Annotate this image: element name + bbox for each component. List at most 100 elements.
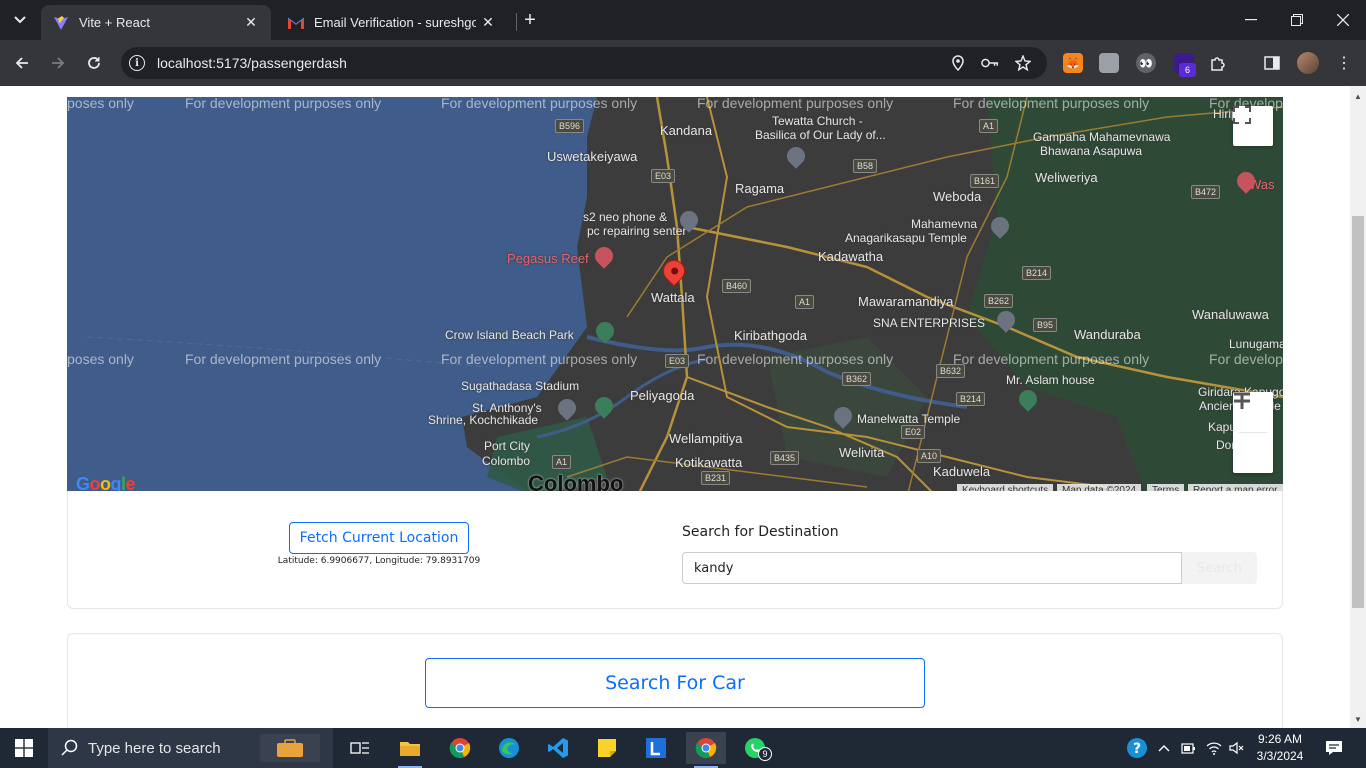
battery-icon[interactable] <box>1178 728 1200 768</box>
system-clock[interactable]: 9:26 AM 3/3/2024 <box>1248 731 1312 765</box>
road-shield: B58 <box>853 159 878 173</box>
place-label: SNA ENTERPRISES <box>873 316 986 330</box>
svg-text:?: ? <box>1133 741 1141 757</box>
location-pin-icon[interactable] <box>949 54 967 72</box>
reload-button[interactable] <box>80 49 108 77</box>
tab-email-verification[interactable]: Email Verification - sureshgobi5 ✕ <box>276 5 508 40</box>
map-watermark: For development purposes only <box>953 351 1150 367</box>
close-window-button[interactable] <box>1320 0 1366 40</box>
place-label: Ragama <box>735 181 785 196</box>
search-for-car-button[interactable]: Search For Car <box>425 658 925 708</box>
site-info-icon[interactable]: i <box>129 55 145 71</box>
volume-muted-icon[interactable] <box>1226 728 1248 768</box>
app-l-icon[interactable] <box>636 732 676 764</box>
forward-button[interactable] <box>44 49 72 77</box>
road-shield: E03 <box>665 354 690 368</box>
minimize-icon <box>1245 19 1257 21</box>
search-placeholder: Type here to search <box>88 739 221 757</box>
close-tab-icon[interactable]: ✕ <box>243 14 259 31</box>
fullscreen-icon <box>1233 106 1251 124</box>
place-label: Kandana <box>660 123 713 138</box>
place-label: Mr. Aslam house <box>1006 373 1095 387</box>
password-key-icon[interactable] <box>981 54 999 72</box>
scroll-up-arrow-icon[interactable]: ▲ <box>1352 90 1364 102</box>
taskbar-search-box[interactable]: Type here to search <box>48 728 333 768</box>
extension-badge: 6 <box>1179 63 1196 77</box>
destination-input[interactable]: kandy <box>682 552 1182 584</box>
edge-icon[interactable] <box>489 732 529 764</box>
map-watermark: For development purposes only <box>953 97 1150 111</box>
whatsapp-icon[interactable]: 9 <box>735 732 775 764</box>
clock-time: 9:26 AM <box>1257 732 1303 746</box>
place-label: Lunugama <box>1229 337 1283 351</box>
place-label: Colombo <box>482 454 531 468</box>
metamask-extension-icon[interactable]: 🦊 <box>1063 53 1083 73</box>
help-icon[interactable]: ? <box>1124 728 1150 768</box>
sticky-notes-icon[interactable] <box>587 732 627 764</box>
chrome-profile-icon[interactable] <box>686 732 726 768</box>
place-label: Pegasus Reef <box>507 251 589 266</box>
profile-avatar[interactable] <box>1297 52 1319 74</box>
address-bar[interactable]: i localhost:5173/passengerdash <box>121 47 1047 79</box>
place-label: Kaduwela <box>933 464 991 479</box>
scroll-down-arrow-icon[interactable]: ▼ <box>1352 713 1364 725</box>
start-button[interactable] <box>0 728 48 768</box>
extension-puzzle-icon[interactable] <box>1099 53 1119 73</box>
page-viewport: poses only For development purposes only… <box>0 86 1350 728</box>
road-shield: A10 <box>917 449 942 463</box>
map-watermark: For develop <box>1209 351 1283 367</box>
place-label: Mahamevna <box>911 217 978 231</box>
place-label: Manelwatta Temple <box>857 412 961 426</box>
scrollbar-thumb[interactable] <box>1352 216 1364 608</box>
task-view-icon[interactable] <box>340 732 380 764</box>
bookmark-star-icon[interactable] <box>1014 54 1032 72</box>
fullscreen-button[interactable] <box>1233 106 1273 146</box>
show-hidden-icons-chevron-icon[interactable] <box>1153 728 1175 768</box>
clock-date: 3/3/2024 <box>1256 749 1304 763</box>
file-explorer-icon[interactable] <box>390 732 430 768</box>
tab-search-button[interactable] <box>6 7 34 33</box>
place-label: Gampaha Mahamevnawa <box>1033 130 1171 144</box>
map-watermark: For development purposes only <box>441 97 638 111</box>
browser-titlebar: Vite + React ✕ Email Verification - sure… <box>0 0 1366 40</box>
tab-vite-react[interactable]: Vite + React ✕ <box>41 5 271 40</box>
extension-eyes-icon[interactable]: 👀 <box>1136 53 1156 73</box>
vscode-icon[interactable] <box>538 732 578 764</box>
place-label: Kotikawatta <box>675 455 743 470</box>
road-shield: A1 <box>552 455 572 469</box>
zoom-in-button[interactable] <box>1233 392 1273 432</box>
google-map[interactable]: poses only For development purposes only… <box>67 97 1283 497</box>
place-label: Peliyagoda <box>630 388 695 403</box>
place-label: Bhawana Asapuwa <box>1040 144 1143 158</box>
zoom-out-button[interactable] <box>1233 392 1273 473</box>
side-panel-icon[interactable] <box>1262 53 1282 73</box>
road-shield: B214 <box>1022 266 1052 280</box>
fetch-location-button[interactable]: Fetch Current Location <box>289 522 469 554</box>
restore-button[interactable] <box>1274 0 1320 40</box>
close-tab-icon[interactable]: ✕ <box>480 14 496 31</box>
place-label: Weboda <box>933 189 982 204</box>
map-watermark: For development purposes only <box>697 351 894 367</box>
wifi-icon[interactable] <box>1203 728 1225 768</box>
new-tab-button[interactable]: + <box>518 8 542 32</box>
place-label: pc repairing senter <box>587 224 687 238</box>
back-button[interactable] <box>8 49 36 77</box>
minus-icon <box>1234 392 1250 396</box>
menu-kebab-icon[interactable]: ⋮ <box>1334 53 1354 73</box>
chrome-icon[interactable] <box>440 732 480 764</box>
road-shield: E03 <box>651 169 676 183</box>
minimize-button[interactable] <box>1228 0 1274 40</box>
road-shield: B231 <box>701 471 731 485</box>
road-shield: B472 <box>1191 185 1221 199</box>
search-highlight-icon[interactable] <box>260 734 320 762</box>
road-shield: B95 <box>1033 318 1058 332</box>
place-label: Shrine, Kochchikade <box>428 413 539 427</box>
location-card <box>67 491 1283 609</box>
place-label: Sugathadasa Stadium <box>461 379 580 393</box>
extensions-icon[interactable] <box>1208 53 1228 73</box>
gmail-icon <box>288 15 304 31</box>
url-text[interactable]: localhost:5173/passengerdash <box>157 55 347 71</box>
destination-search-button[interactable]: Search <box>1182 552 1257 584</box>
road-shield: A1 <box>795 295 815 309</box>
notifications-icon[interactable] <box>1320 728 1348 768</box>
